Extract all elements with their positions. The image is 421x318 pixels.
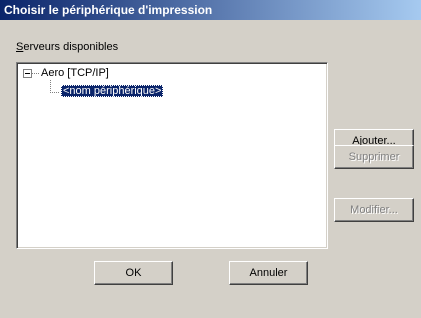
modify-button[interactable]: Modifier... bbox=[334, 198, 414, 222]
print-device-dialog: Choisir le périphérique d'impression Ser… bbox=[0, 0, 421, 318]
tree-item-device[interactable]: <nom périphérique> bbox=[61, 85, 164, 97]
window-title: Choisir le périphérique d'impression bbox=[4, 3, 213, 17]
tree-item-server[interactable]: Aero [TCP/IP] bbox=[41, 67, 109, 79]
tree-connector-line bbox=[50, 80, 51, 92]
tree-connector-line bbox=[50, 92, 60, 93]
delete-button[interactable]: Supprimer bbox=[334, 145, 414, 169]
tree-connector-line bbox=[32, 73, 40, 74]
ok-button[interactable]: OK bbox=[94, 261, 173, 285]
cancel-button[interactable]: Annuler bbox=[229, 261, 308, 285]
servers-tree[interactable]: Aero [TCP/IP] <nom périphérique> bbox=[16, 62, 328, 249]
servers-label: Serveurs disponibles bbox=[16, 41, 118, 53]
tree-collapse-icon[interactable] bbox=[23, 69, 32, 78]
servers-label-text: erveurs disponibles bbox=[23, 41, 119, 53]
title-bar[interactable]: Choisir le périphérique d'impression bbox=[0, 0, 421, 20]
